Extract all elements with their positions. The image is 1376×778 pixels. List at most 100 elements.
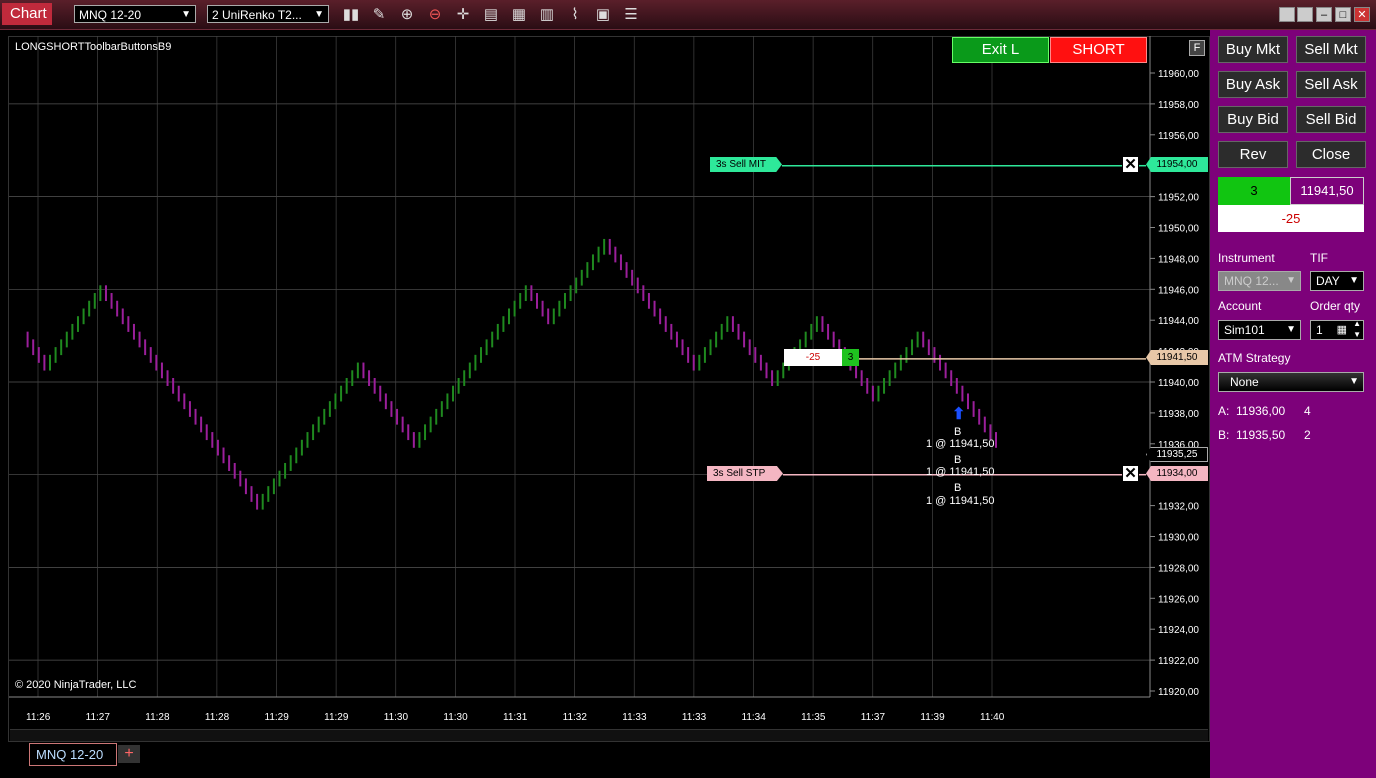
- renko-bars: [26, 238, 997, 510]
- maximize-icon[interactable]: □: [1335, 7, 1351, 22]
- instrument-label: Instrument: [1218, 251, 1275, 265]
- tif-dropdown-value: DAY: [1316, 274, 1340, 288]
- short-button[interactable]: SHORT: [1050, 37, 1147, 63]
- sell-market-button[interactable]: Sell Mkt: [1296, 36, 1366, 63]
- position-avg-price-box: 11941,50: [1290, 177, 1364, 205]
- horizontal-scrollbar[interactable]: [10, 729, 1208, 741]
- chevron-down-icon: ▼: [1349, 376, 1359, 387]
- minimize-icon[interactable]: –: [1316, 7, 1332, 22]
- price-tick-label: 11940,00: [1158, 378, 1199, 389]
- position-qty-box: 3: [1218, 177, 1290, 205]
- price-tick-label: 11950,00: [1158, 224, 1199, 235]
- instrument-dropdown[interactable]: MNQ 12... ▼: [1218, 271, 1301, 291]
- atm-strategy-value: None: [1230, 375, 1259, 389]
- tif-label: TIF: [1310, 251, 1328, 265]
- price-tick-label: 11944,00: [1158, 316, 1199, 327]
- sell-mit-price-marker: 11954,00: [1146, 157, 1208, 172]
- bid-size: 2: [1304, 428, 1311, 442]
- order-qty-label: Order qty: [1310, 299, 1361, 313]
- spinner-icon[interactable]: ▲ ▼: [1353, 318, 1361, 340]
- position-pnl-box: -25: [1218, 205, 1364, 232]
- time-tick-label: 11:39: [920, 712, 945, 723]
- time-tick-label: 11:30: [384, 712, 409, 723]
- execution-fill: 1 @ 11941,50: [926, 466, 995, 478]
- account-dropdown-value: Sim101: [1224, 323, 1265, 337]
- time-tick-label: 11:40: [980, 712, 1005, 723]
- chevron-down-icon: ▼: [1286, 324, 1296, 335]
- price-tick-label: 11928,00: [1158, 563, 1199, 574]
- sell-stp-order-label[interactable]: 3s Sell STP: [707, 466, 783, 481]
- sell-mit-order-label[interactable]: 3s Sell MIT: [710, 157, 782, 172]
- chart-trader-toggle-button[interactable]: F: [1189, 40, 1205, 56]
- time-tick-label: 11:35: [801, 712, 826, 723]
- price-tick-label: 11926,00: [1158, 594, 1199, 605]
- execution-side: B: [954, 454, 962, 466]
- sell-bid-button[interactable]: Sell Bid: [1296, 106, 1366, 133]
- close-icon[interactable]: ✕: [1354, 7, 1370, 22]
- ask-price: 11936,00: [1236, 404, 1286, 418]
- tile-icon[interactable]: [1297, 7, 1313, 22]
- execution-fill: 1 @ 11941,50: [926, 495, 995, 507]
- execution-side: B: [954, 426, 962, 438]
- price-tick-label: 11924,00: [1158, 625, 1199, 636]
- time-tick-label: 11:37: [861, 712, 886, 723]
- cancel-stp-order-icon[interactable]: ✕: [1122, 465, 1139, 482]
- time-tick-label: 11:27: [86, 712, 111, 723]
- bid-label: B:: [1218, 428, 1230, 442]
- price-tick-label: 11930,00: [1158, 533, 1199, 544]
- buy-bid-button[interactable]: Buy Bid: [1218, 106, 1288, 133]
- buy-market-button[interactable]: Buy Mkt: [1218, 36, 1288, 63]
- close-position-button[interactable]: Close: [1296, 141, 1366, 168]
- ask-size: 4: [1304, 404, 1311, 418]
- pin-icon[interactable]: [1279, 7, 1295, 22]
- reverse-button[interactable]: Rev: [1218, 141, 1288, 168]
- instrument-dropdown-value: MNQ 12...: [1224, 274, 1279, 288]
- price-tick-label: 11948,00: [1158, 254, 1199, 265]
- account-label: Account: [1218, 299, 1262, 313]
- tab-mnq-12-20[interactable]: MNQ 12-20: [29, 743, 117, 766]
- chart-grid: [9, 36, 1150, 697]
- position-qty-label[interactable]: 3: [842, 349, 859, 366]
- calculator-icon[interactable]: ▦: [1337, 321, 1347, 339]
- time-tick-label: 11:33: [622, 712, 647, 723]
- price-tick-label: 11956,00: [1158, 131, 1199, 142]
- bid-price: 11935,50: [1236, 428, 1286, 442]
- position-pnl-label[interactable]: -25: [784, 349, 842, 366]
- price-tick-label: 11952,00: [1158, 193, 1199, 204]
- sell-stp-price-marker: 11934,00: [1146, 466, 1208, 481]
- execution-side: B: [954, 482, 962, 494]
- time-tick-label: 11:32: [563, 712, 588, 723]
- add-tab-button[interactable]: +: [118, 745, 140, 763]
- price-tick-label: 11946,00: [1158, 285, 1199, 296]
- time-tick-label: 11:29: [324, 712, 349, 723]
- buy-ask-button[interactable]: Buy Ask: [1218, 71, 1288, 98]
- order-overlays: [782, 164, 1146, 476]
- last-price-marker: 11935,25: [1146, 447, 1208, 462]
- copyright-label: © 2020 NinjaTrader, LLC: [15, 679, 137, 691]
- buy-arrow-icon: ⬆: [952, 406, 966, 423]
- time-axis: 11:26 11:27 11:28 11:28 11:29 11:29 11:30 11:30…: [9, 696, 1150, 723]
- execution-fill: 1 @ 11941,50: [926, 438, 995, 450]
- price-axis: 11960,0011958,0011956,0011954,0011952,00…: [1149, 36, 1199, 698]
- exit-long-button[interactable]: Exit L: [952, 37, 1049, 63]
- order-qty-value: 1: [1316, 323, 1323, 337]
- tif-dropdown[interactable]: DAY ▼: [1310, 271, 1364, 291]
- sell-ask-button[interactable]: Sell Ask: [1296, 71, 1366, 98]
- price-tick-label: 11958,00: [1158, 100, 1199, 111]
- time-tick-label: 11:33: [682, 712, 707, 723]
- time-tick-label: 11:28: [205, 712, 230, 723]
- chevron-down-icon: ▼: [1349, 275, 1359, 286]
- chevron-down-icon: ▼: [1286, 275, 1296, 286]
- price-tick-label: 11920,00: [1158, 687, 1199, 698]
- price-chart[interactable]: 11960,00 11958,00 11956,00 11954,00 11952,00…: [0, 0, 1210, 742]
- ask-label: A:: [1218, 404, 1230, 418]
- time-tick-label: 11:28: [145, 712, 170, 723]
- account-dropdown[interactable]: Sim101 ▼: [1218, 320, 1301, 340]
- position-price-marker: 11941,50: [1146, 350, 1208, 365]
- cancel-mit-order-icon[interactable]: ✕: [1122, 156, 1139, 173]
- time-tick-label: 11:34: [742, 712, 767, 723]
- time-tick-label: 11:29: [265, 712, 290, 723]
- atm-strategy-label: ATM Strategy: [1218, 351, 1291, 365]
- order-qty-input[interactable]: 1 ▦ ▲ ▼: [1310, 318, 1364, 340]
- atm-strategy-dropdown[interactable]: None ▼: [1218, 372, 1364, 392]
